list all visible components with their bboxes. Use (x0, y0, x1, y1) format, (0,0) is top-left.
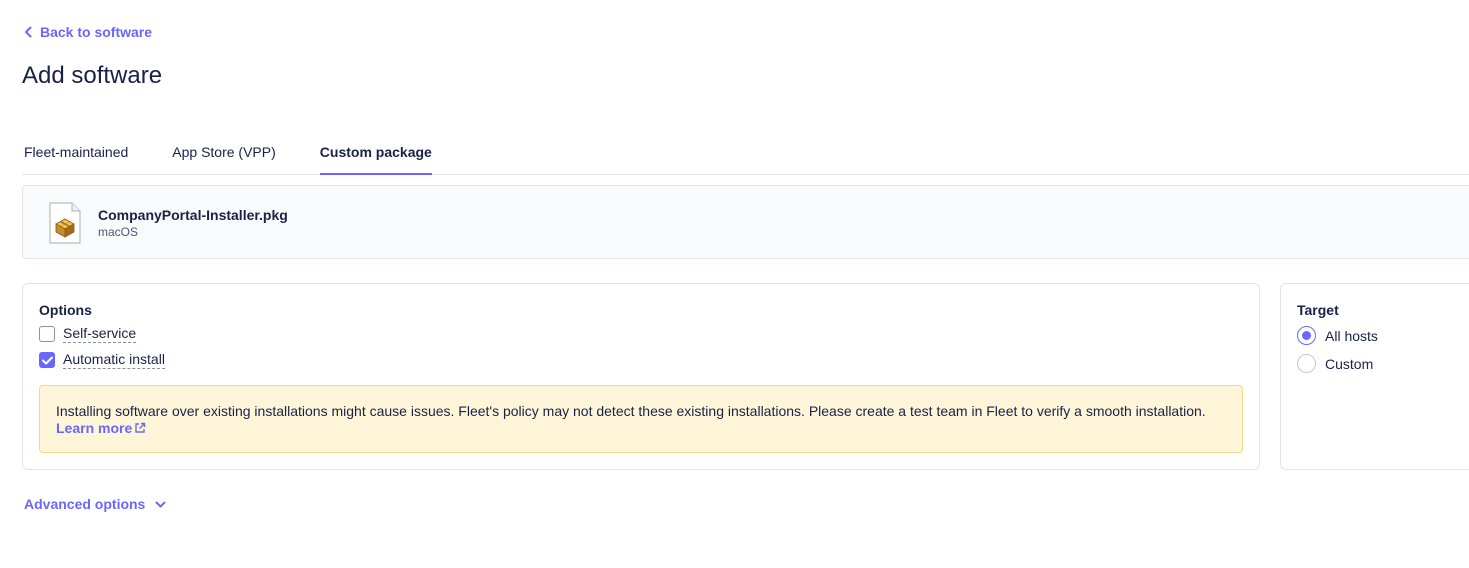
install-warning-banner: Installing software over existing instal… (39, 385, 1243, 453)
all-hosts-label: All hosts (1325, 327, 1378, 344)
checkmark-icon (41, 356, 53, 364)
self-service-checkbox-row[interactable]: Self-service (39, 325, 137, 343)
options-card: Options Self-service Automatic install I… (22, 283, 1260, 470)
selected-package-card: CompanyPortal-Installer.pkg macOS (22, 185, 1469, 259)
page-title: Add software (22, 62, 163, 89)
learn-more-label: Learn more (56, 420, 133, 436)
all-hosts-radio[interactable] (1297, 326, 1316, 345)
target-custom-row[interactable]: Custom (1297, 354, 1373, 373)
target-card: Target All hosts Custom (1280, 283, 1469, 470)
package-platform: macOS (98, 225, 139, 239)
tab-fleet-maintained[interactable]: Fleet-maintained (24, 130, 128, 174)
warning-text: Installing software over existing instal… (56, 403, 1206, 419)
automatic-install-checkbox[interactable] (39, 352, 55, 368)
tab-custom-package[interactable]: Custom package (319, 130, 432, 175)
learn-more-link[interactable]: Learn more (56, 420, 146, 436)
target-title: Target (1297, 302, 1339, 318)
package-icon (49, 202, 81, 249)
add-software-page: Back to software Add software Fleet-main… (0, 0, 1469, 568)
external-link-icon (135, 422, 146, 433)
back-link-label: Back to software (40, 24, 153, 40)
automatic-install-label: Automatic install (63, 351, 165, 369)
tab-app-store-vpp[interactable]: App Store (VPP) (172, 130, 276, 174)
target-all-hosts-row[interactable]: All hosts (1297, 326, 1378, 345)
self-service-checkbox[interactable] (39, 326, 55, 342)
advanced-options-label: Advanced options (24, 496, 146, 512)
options-title: Options (39, 302, 92, 318)
self-service-label: Self-service (63, 325, 137, 343)
software-source-tabs: Fleet-maintained App Store (VPP) Custom … (22, 130, 1469, 175)
package-file-name: CompanyPortal-Installer.pkg (98, 207, 288, 223)
automatic-install-checkbox-row[interactable]: Automatic install (39, 351, 165, 369)
advanced-options-toggle[interactable]: Advanced options (24, 496, 166, 512)
chevron-left-icon (24, 26, 32, 38)
back-to-software-link[interactable]: Back to software (24, 22, 152, 42)
custom-radio[interactable] (1297, 354, 1316, 373)
custom-label: Custom (1325, 355, 1374, 372)
chevron-down-icon (155, 496, 166, 512)
